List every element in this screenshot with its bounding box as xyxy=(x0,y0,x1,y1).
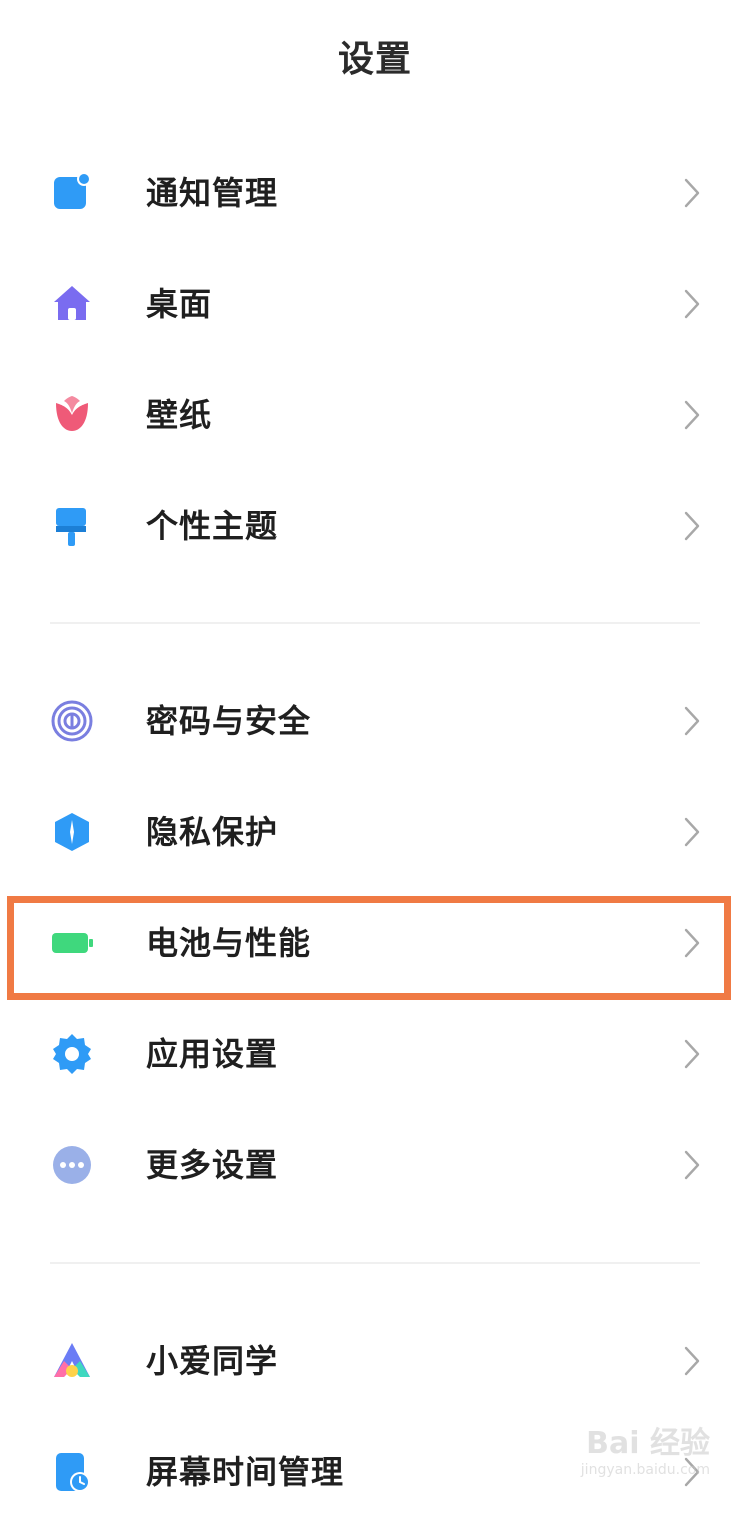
settings-item-password-security[interactable]: 密码与安全 xyxy=(0,666,750,777)
settings-group-services: 小爱同学 屏幕时间管理 xyxy=(0,1306,750,1528)
page-title: 设置 xyxy=(337,39,412,80)
settings-group-system: 密码与安全 隐私保护 电池与性能 应用设置 更多设置 xyxy=(0,666,750,1221)
settings-item-label: 个性主题 xyxy=(146,507,279,545)
chevron-right-icon xyxy=(682,1149,702,1181)
settings-item-label: 应用设置 xyxy=(146,1035,279,1073)
chevron-right-icon xyxy=(682,927,702,959)
watermark: Bai 经验 jingyan.baidu.com xyxy=(570,1418,710,1488)
settings-item-xiaoai[interactable]: 小爱同学 xyxy=(0,1306,750,1417)
chevron-right-icon xyxy=(682,399,702,431)
settings-item-privacy[interactable]: 隐私保护 xyxy=(0,777,750,888)
section-divider xyxy=(50,1262,700,1264)
settings-item-label: 桌面 xyxy=(146,285,213,323)
settings-item-notifications[interactable]: 通知管理 xyxy=(0,138,750,249)
settings-item-label: 密码与安全 xyxy=(146,702,312,740)
settings-item-label: 通知管理 xyxy=(146,174,279,212)
settings-item-app-settings[interactable]: 应用设置 xyxy=(0,999,750,1110)
gear-icon xyxy=(50,1032,94,1076)
settings-group-personalization: 通知管理 桌面 壁纸 个性主题 xyxy=(0,138,750,582)
settings-item-label: 小爱同学 xyxy=(146,1342,279,1380)
chevron-right-icon xyxy=(682,510,702,542)
settings-item-wallpaper[interactable]: 壁纸 xyxy=(0,360,750,471)
fingerprint-icon xyxy=(50,699,94,743)
chevron-right-icon xyxy=(682,705,702,737)
watermark-logo: Bai 经验 xyxy=(586,1426,710,1461)
paint-brush-icon xyxy=(50,504,94,548)
notification-icon xyxy=(50,171,94,215)
settings-item-label: 隐私保护 xyxy=(146,813,279,851)
screen-time-icon xyxy=(50,1450,94,1494)
settings-item-more-settings[interactable]: 更多设置 xyxy=(0,1110,750,1221)
settings-item-battery-performance[interactable]: 电池与性能 xyxy=(0,888,750,999)
shield-icon xyxy=(50,810,94,854)
xiaoai-icon xyxy=(50,1339,94,1383)
section-divider xyxy=(50,622,700,624)
settings-item-desktop[interactable]: 桌面 xyxy=(0,249,750,360)
settings-item-themes[interactable]: 个性主题 xyxy=(0,471,750,582)
settings-item-label: 屏幕时间管理 xyxy=(146,1453,345,1491)
settings-item-label: 电池与性能 xyxy=(146,924,312,962)
watermark-url: jingyan.baidu.com xyxy=(580,1462,710,1478)
chevron-right-icon xyxy=(682,1038,702,1070)
settings-item-label: 壁纸 xyxy=(146,396,213,434)
tulip-icon xyxy=(50,393,94,437)
more-icon xyxy=(50,1143,94,1187)
home-icon xyxy=(50,282,94,326)
chevron-right-icon xyxy=(682,1345,702,1377)
chevron-right-icon xyxy=(682,177,702,209)
chevron-right-icon xyxy=(682,288,702,320)
chevron-right-icon xyxy=(682,816,702,848)
settings-item-label: 更多设置 xyxy=(146,1146,279,1184)
battery-icon xyxy=(50,921,94,965)
